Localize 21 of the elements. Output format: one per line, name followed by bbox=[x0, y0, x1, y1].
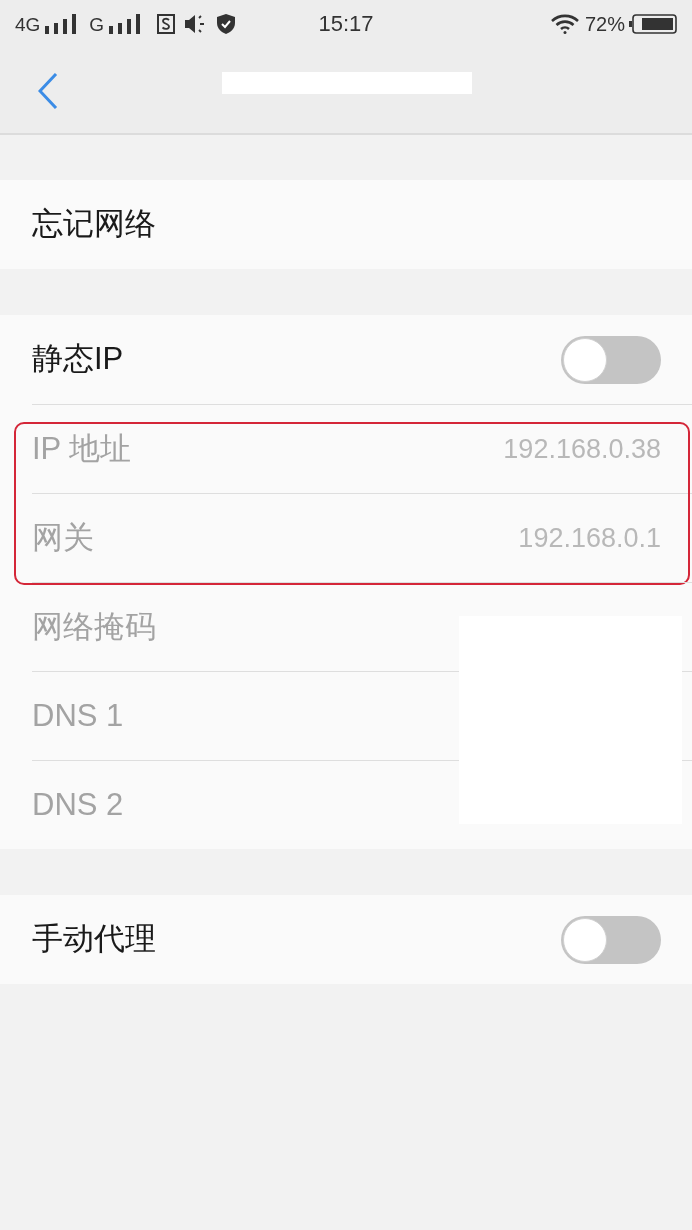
setting-value: 192.168.0.1 bbox=[518, 521, 661, 555]
setting-label: DNS 2 bbox=[32, 785, 124, 824]
setting-label: 网络掩码 bbox=[32, 607, 156, 646]
battery-icon bbox=[629, 14, 677, 34]
setting-label[interactable]: 忘记网络 bbox=[32, 201, 156, 248]
clock-time: 15:17 bbox=[318, 13, 374, 35]
setting-label[interactable]: 静态IP bbox=[32, 336, 124, 383]
network-type: G bbox=[89, 14, 105, 34]
setting-label: IP 地址 bbox=[32, 429, 132, 468]
setting-label: 网关 bbox=[32, 518, 94, 557]
setting-label: DNS 1 bbox=[32, 696, 124, 735]
network-type: 4G bbox=[15, 14, 41, 34]
setting-value: 192.168.0.38 bbox=[503, 432, 661, 466]
app-notification-icon bbox=[157, 14, 176, 34]
chevron-left-icon bbox=[38, 72, 58, 109]
wifi-icon bbox=[550, 14, 579, 34]
battery-percentage: 72% bbox=[584, 14, 625, 34]
shield-check-icon bbox=[217, 14, 236, 34]
toggle-switch[interactable] bbox=[561, 915, 661, 964]
setting-label[interactable]: 手动代理 bbox=[32, 916, 156, 963]
toggle-switch[interactable] bbox=[561, 335, 661, 384]
